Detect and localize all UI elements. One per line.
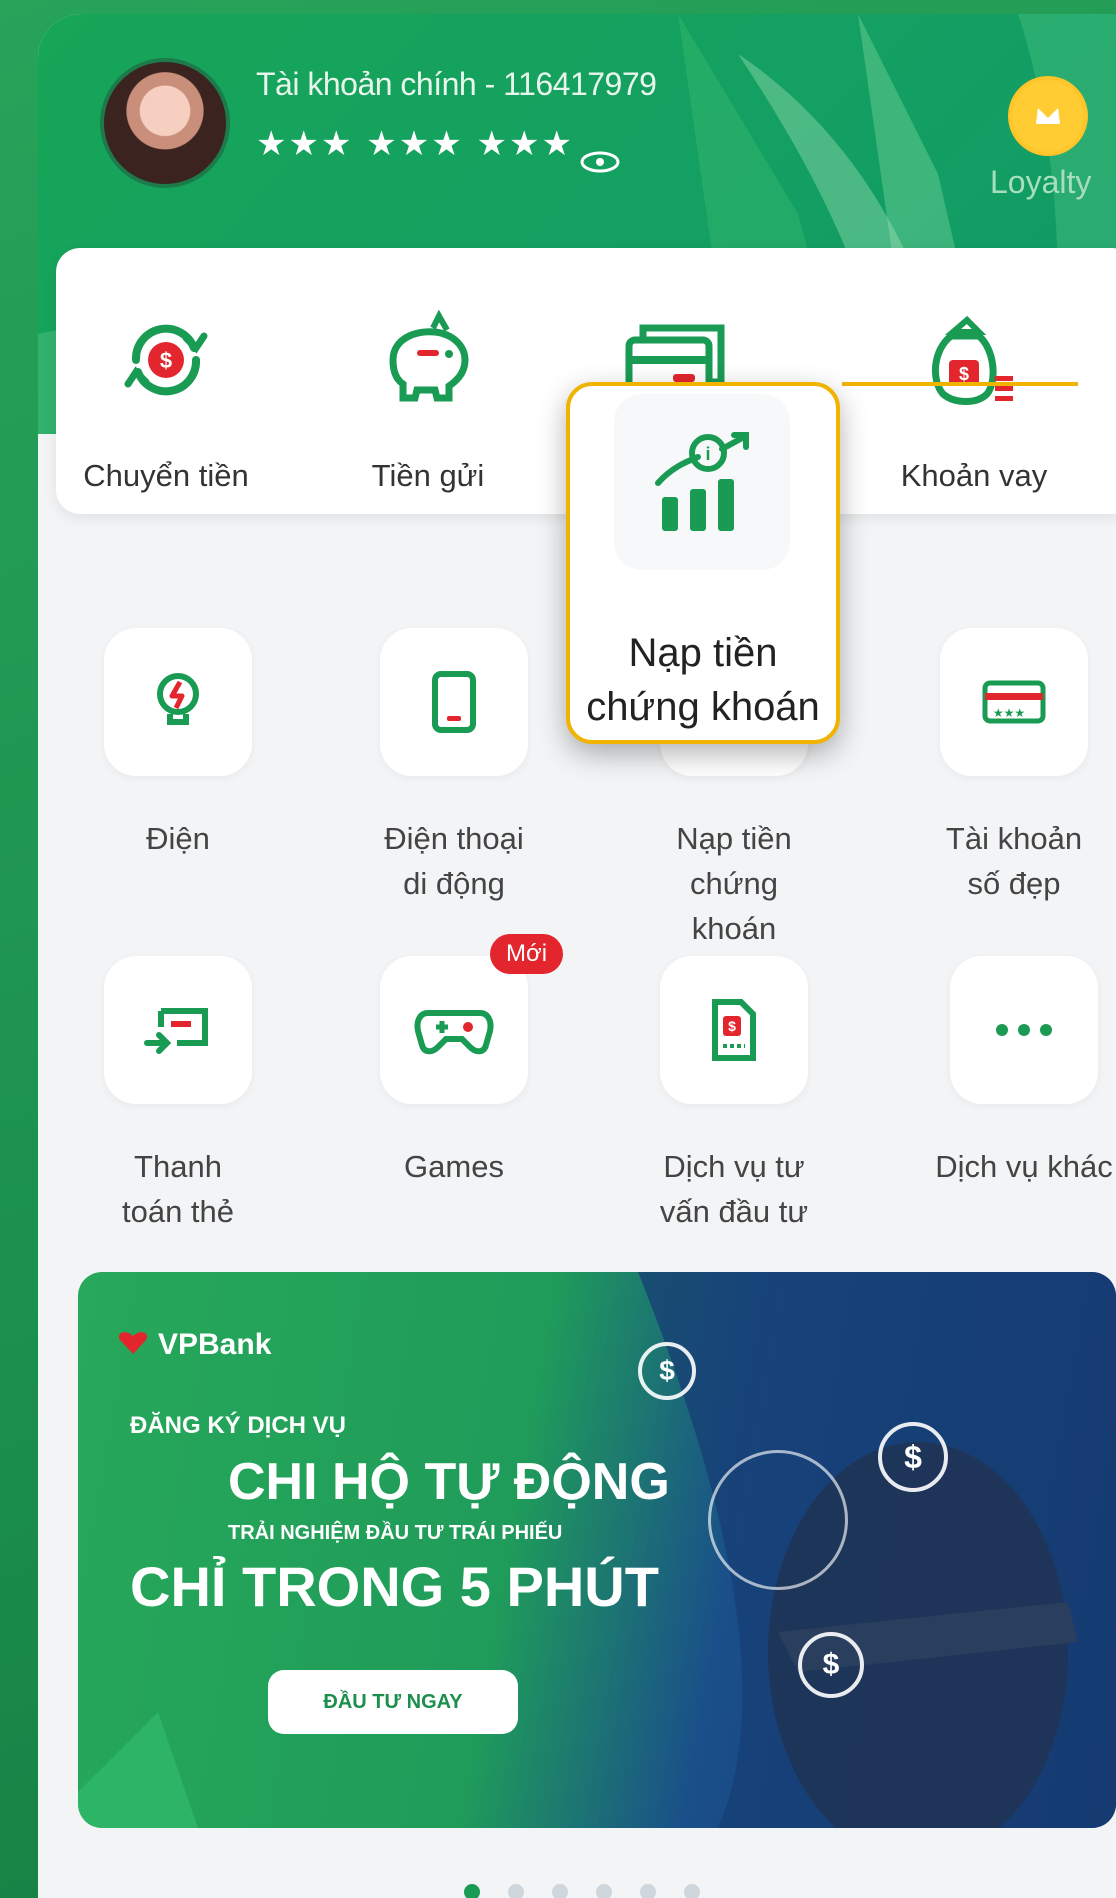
banner-cta-button[interactable]: ĐẦU TƯ NGAY [268,1670,518,1734]
quick-action-label: Chuyển tiền [83,458,249,493]
more-icon [996,1024,1052,1036]
highlight-label: Nạp tiền chứng khoán [586,631,820,729]
svg-text:★★★: ★★★ [993,706,1025,720]
avatar[interactable] [100,58,230,188]
service-label: Dịch vụ tư vấn đầu tư [659,1149,809,1229]
service-electricity[interactable]: Điện [68,628,288,861]
balance-masked: ★★★ ★★★ ★★★ [256,124,574,164]
service-label: Điện thoại di động [384,821,524,901]
vanity-account-icon: ★★★ [982,680,1046,724]
service-label: Điện [146,821,210,856]
banner-line4: CHỈ TRONG 5 PHÚT [130,1555,659,1618]
account-title: Tài khoản chính - 116417979 [256,66,657,102]
svg-text:$: $ [160,348,172,373]
coin-icon: $ [878,1422,948,1492]
banner-line3: TRẢI NGHIỆM ĐẦU TƯ TRÁI PHIẾU [228,1522,563,1544]
money-transfer-icon: $ [124,324,208,396]
service-label: Nạp tiền chứng khoán [676,821,792,946]
service-label: Thanh toán thẻ [121,1149,235,1229]
quick-action-label: Khoản vay [900,458,1048,493]
loyalty-badge[interactable] [1008,76,1088,156]
svg-text:i: i [705,444,710,464]
svg-text:$: $ [959,364,969,384]
service-mobile-phone[interactable]: Điện thoại di động [344,628,564,906]
new-badge: Mới [490,934,564,974]
carousel-dots[interactable] [464,1884,700,1898]
svg-text:$: $ [728,1018,736,1034]
eye-icon[interactable] [578,150,622,174]
coin-icon: $ [638,1342,696,1400]
coin-icon: $ [798,1632,864,1698]
promo-banner[interactable]: VPBank ĐĂNG KÝ DỊCH VỤ CHI HỘ TỰ ĐỘNG TR… [78,1272,1116,1828]
service-card-payment[interactable]: Thanh toán thẻ [68,956,288,1234]
crown-icon [1036,108,1060,124]
service-games[interactable]: Mới Games [344,934,564,1189]
lightbulb-icon [157,673,199,725]
service-investment-advice[interactable]: $ Dịch vụ tư vấn đầu tư [624,956,844,1234]
loyalty-label[interactable]: Loyalty [990,164,1091,201]
carousel-dot[interactable] [508,1884,524,1898]
quick-action-transfer[interactable]: $ Chuyển tiền [56,248,276,514]
piggy-bank-icon [389,310,469,402]
app-screen: Tài khoản chính - 116417979 ★★★ ★★★ ★★★ … [38,14,1116,1898]
loan-bag-icon: $ [931,315,1013,405]
carousel-dot[interactable] [552,1884,568,1898]
vpbank-logo-icon [118,1332,148,1354]
banner-line2: CHI HỘ TỰ ĐỘNG [228,1453,670,1511]
carousel-dot[interactable] [684,1884,700,1898]
banner-line1: ĐĂNG KÝ DỊCH VỤ [130,1412,347,1439]
stock-topup-icon: i [655,432,749,531]
gamepad-icon [414,1010,494,1055]
highlight-connector [842,382,1078,386]
carousel-dot[interactable] [596,1884,612,1898]
coin-icon [708,1450,848,1590]
card-payment-icon [144,1008,208,1054]
quick-action-loan[interactable]: $ Khoản vay [864,248,1084,514]
service-label: Games [404,1149,504,1184]
quick-action-deposit[interactable]: Tiền gửi [318,248,538,514]
investment-advice-icon: $ [712,999,756,1061]
highlight-callout[interactable]: i Nạp tiền chứng khoán [566,382,840,744]
mobile-phone-icon [432,671,476,733]
highlight-tile: i [614,394,790,570]
carousel-dot[interactable] [464,1884,480,1898]
service-vanity-account[interactable]: ★★★ Tài khoản số đẹp [904,628,1116,906]
banner-brand: VPBank [158,1328,272,1361]
service-label: Tài khoản số đẹp [945,821,1083,901]
quick-action-label: Tiền gửi [371,458,485,493]
service-label: Dịch vụ khác [935,1149,1113,1184]
service-more[interactable]: Dịch vụ khác [904,956,1116,1189]
carousel-dot[interactable] [640,1884,656,1898]
